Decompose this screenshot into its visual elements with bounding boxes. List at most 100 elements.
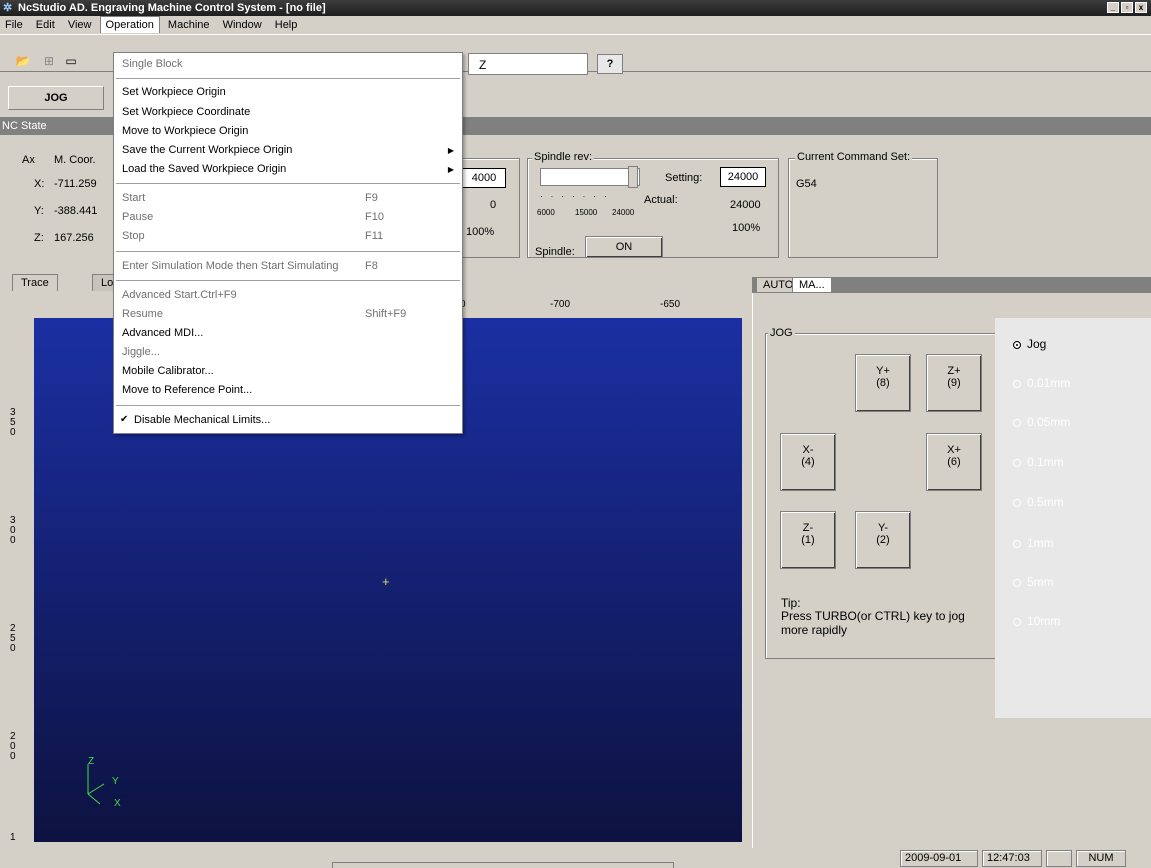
jog-tip-title: Tip: (781, 596, 801, 610)
step-label: 0.5mm (1027, 495, 1064, 509)
minimize-button[interactable]: _ (1107, 2, 1119, 13)
menu-item-advanced-start[interactable]: Advanced Start.Ctrl+F9 (122, 289, 237, 301)
menu-item-load-workpiece-origin[interactable]: Load the Saved Workpiece Origin (122, 163, 286, 175)
spindle-setting-value[interactable]: 24000 (720, 167, 766, 187)
spindle-actual-label: Actual: (644, 194, 678, 206)
jog-z-plus-key: (9) (947, 377, 961, 389)
gizmo-y-label: Y (112, 776, 119, 787)
status-empty-panel (1046, 850, 1072, 867)
axis-input[interactable]: Z (468, 53, 588, 75)
menu-item-simulate[interactable]: Enter Simulation Mode then Start Simulat… (122, 260, 338, 272)
jog-z-plus-button[interactable]: Z+ (9) (926, 354, 982, 412)
tab-trace[interactable]: Trace (12, 274, 58, 291)
menu-item-single-block[interactable]: Single Block (122, 58, 183, 70)
step-label: 0.01mm (1027, 376, 1071, 390)
menu-item-disable-limits[interactable]: Disable Mechanical Limits... (134, 414, 270, 426)
menu-item-move-to-workpiece-origin[interactable]: Move to Workpiece Origin (122, 125, 248, 137)
close-button[interactable]: x (1135, 2, 1147, 13)
menu-item-jiggle[interactable]: Jiggle... (122, 346, 160, 358)
step-radio-5mm[interactable]: 5mm (1013, 575, 1054, 589)
menu-view[interactable]: View (63, 17, 97, 33)
jog-y-minus-button[interactable]: Y- (2) (855, 511, 911, 569)
crosshair-icon: + (382, 574, 390, 589)
spindle-scale-min: 6000 (537, 208, 555, 217)
tab-jog[interactable]: JOG (8, 86, 104, 110)
step-label: 1mm (1027, 536, 1054, 550)
menu-item-resume[interactable]: Resume (122, 308, 163, 320)
title-bar: ✲ NcStudio AD. Engraving Machine Control… (0, 0, 1151, 16)
menu-window[interactable]: Window (218, 17, 267, 33)
spindle-rev-label: Spindle rev: (532, 151, 595, 163)
shortcut-resume: Shift+F9 (365, 308, 407, 320)
spindle-slider-ticks: ······· (540, 192, 615, 201)
toolbar-disabled-icon[interactable]: ⊞ (40, 52, 58, 70)
step-radio-0-1mm[interactable]: 0.1mm (1013, 455, 1064, 469)
shortcut-simulate: F8 (365, 260, 378, 272)
help-button[interactable]: ? (597, 54, 623, 74)
ruler-top-label: -700 (550, 299, 571, 310)
left-ruler (0, 318, 34, 842)
menu-operation[interactable]: Operation (99, 16, 160, 33)
jog-x-plus-button[interactable]: X+ (6) (926, 433, 982, 491)
open-file-icon[interactable]: 📂 (14, 52, 32, 70)
step-radio-jog[interactable]: Jog (1013, 337, 1046, 351)
menu-item-set-workpiece-coordinate[interactable]: Set Workpiece Coordinate (122, 106, 250, 118)
menu-item-save-workpiece-origin[interactable]: Save the Current Workpiece Origin (122, 144, 292, 156)
checkmark-icon: ✔ (120, 414, 129, 425)
x-axis-label: X: (34, 178, 45, 190)
menu-item-move-to-reference[interactable]: Move to Reference Point... (122, 384, 252, 396)
feed-percent: 100% (466, 226, 495, 238)
jog-z-minus-key: (1) (801, 534, 815, 546)
step-radio-0-01mm[interactable]: 0.01mm (1013, 376, 1070, 390)
step-label: 0.05mm (1027, 415, 1071, 429)
jog-group-label: JOG (768, 327, 795, 339)
jog-tip-text: Press TURBO(or CTRL) key to jog more rap… (781, 609, 965, 637)
jog-z-plus-label: Z+ (947, 365, 961, 377)
feed-setting[interactable]: 4000 (462, 168, 506, 188)
window-icon[interactable]: ▭ (62, 52, 80, 70)
jog-z-minus-button[interactable]: Z- (1) (780, 511, 836, 569)
step-label: 0.1mm (1027, 455, 1064, 469)
menu-separator (116, 78, 460, 79)
menu-help[interactable]: Help (270, 17, 303, 33)
jog-x-minus-button[interactable]: X- (4) (780, 433, 836, 491)
menu-item-pause[interactable]: Pause (122, 211, 153, 223)
menu-edit[interactable]: Edit (31, 17, 60, 33)
jog-y-plus-button[interactable]: Y+ (8) (855, 354, 911, 412)
jog-y-minus-label: Y- (878, 522, 888, 534)
menu-item-start[interactable]: Start (122, 192, 145, 204)
menu-item-set-workpiece-origin[interactable]: Set Workpiece Origin (122, 86, 226, 98)
submenu-arrow-icon: ▶ (447, 146, 454, 155)
menu-item-mobile-calibrator[interactable]: Mobile Calibrator... (122, 365, 214, 377)
axis-gizmo-icon (87, 764, 105, 805)
gizmo-z-label: Z (88, 756, 95, 767)
feed-actual: 0 (490, 199, 497, 211)
menu-item-advanced-mdi[interactable]: Advanced MDI... (122, 327, 203, 339)
spindle-slider[interactable] (540, 168, 640, 186)
menu-separator (116, 405, 460, 406)
restore-button[interactable]: ▫ (1121, 2, 1133, 13)
jog-x-plus-label: X+ (947, 444, 961, 456)
operation-menu: Single Block Set Workpiece Origin Set Wo… (113, 52, 463, 434)
step-label: 5mm (1027, 575, 1054, 589)
spindle-scale-max: 24000 (612, 208, 635, 217)
spindle-slider-thumb[interactable] (628, 166, 638, 188)
menu-machine[interactable]: Machine (163, 17, 215, 33)
ruler-left-label: 3 0 0 (10, 515, 16, 546)
spindle-on-button[interactable]: ON (585, 236, 663, 258)
jog-y-plus-label: Y+ (876, 365, 890, 377)
command-set-group (788, 158, 938, 258)
window-title: NcStudio AD. Engraving Machine Control S… (18, 2, 326, 14)
step-radio-0-05mm[interactable]: 0.05mm (1013, 415, 1070, 429)
ruler-left-label: 2 5 0 (10, 623, 16, 654)
menu-file[interactable]: File (0, 17, 28, 33)
step-radio-10mm[interactable]: 10mm (1013, 614, 1060, 628)
shortcut-pause: F10 (365, 211, 384, 223)
jog-x-minus-label: X- (802, 444, 814, 456)
step-radio-1mm[interactable]: 1mm (1013, 536, 1054, 550)
step-radio-0-5mm[interactable]: 0.5mm (1013, 495, 1064, 509)
shortcut-start: F9 (365, 192, 378, 204)
tab-manual[interactable]: MA... (792, 277, 832, 292)
y-coordinate: -388.441 (54, 205, 98, 217)
menu-item-stop[interactable]: Stop (122, 230, 145, 242)
